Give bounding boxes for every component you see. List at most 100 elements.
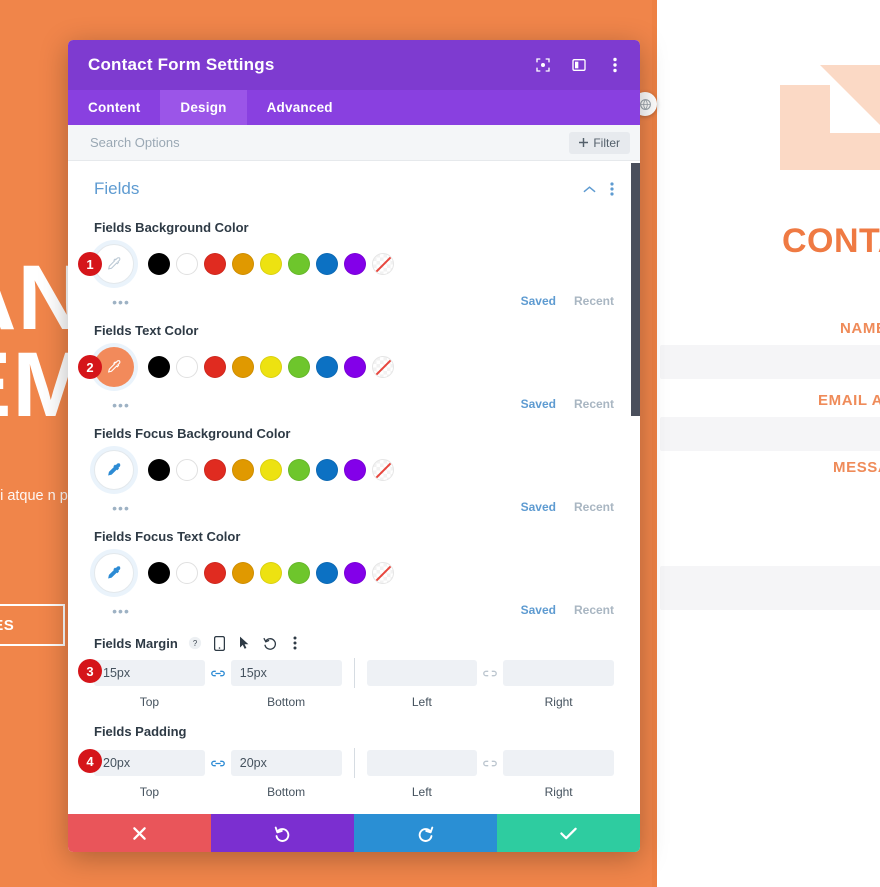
focus-target-icon[interactable] <box>534 56 552 74</box>
margin-left-input[interactable] <box>366 660 478 686</box>
swatch-black[interactable] <box>148 253 170 275</box>
color-row-fields-text: 2 <box>78 347 614 387</box>
padding-top-input[interactable] <box>94 750 205 776</box>
swatch-green[interactable] <box>288 356 310 378</box>
swatch-transparent[interactable] <box>372 356 394 378</box>
tab-content[interactable]: Content <box>68 90 160 125</box>
spacing-divider <box>353 658 355 688</box>
tab-advanced[interactable]: Advanced <box>247 90 353 125</box>
label-fields-background-color: Fields Background Color <box>94 220 249 235</box>
swatch-white[interactable] <box>176 459 198 481</box>
padding-left-label: Left <box>411 785 432 799</box>
saved-tab-4[interactable]: Saved <box>521 603 556 617</box>
swatch-blue[interactable] <box>316 253 338 275</box>
swatch-yellow[interactable] <box>260 459 282 481</box>
swatch-white[interactable] <box>176 253 198 275</box>
save-button[interactable] <box>497 814 640 852</box>
saved-tab-2[interactable]: Saved <box>521 397 556 411</box>
swatch-blue[interactable] <box>316 562 338 584</box>
padding-bottom-input[interactable] <box>230 750 342 776</box>
kebab-menu-icon[interactable] <box>606 56 624 74</box>
spacing-divider <box>353 748 355 778</box>
reset-undo-icon[interactable] <box>262 635 278 651</box>
eyedropper-button-fields-focus-background[interactable] <box>94 450 134 490</box>
spacing-kebab-menu-icon[interactable] <box>287 635 303 651</box>
chevron-up-icon[interactable] <box>583 185 596 194</box>
globe-icon <box>639 98 651 110</box>
swatch-black[interactable] <box>148 356 170 378</box>
color-row-fields-background: 1 <box>78 244 614 284</box>
swatch-green[interactable] <box>288 253 310 275</box>
swatch-orange[interactable] <box>232 356 254 378</box>
recent-tab-3[interactable]: Recent <box>574 500 614 514</box>
cancel-button[interactable] <box>68 814 211 852</box>
margin-right-label: Right <box>544 695 573 709</box>
hero-services-button[interactable]: RVICES <box>0 604 65 646</box>
recent-tab-1[interactable]: Recent <box>574 294 614 308</box>
swatch-yellow[interactable] <box>260 562 282 584</box>
recent-tab-4[interactable]: Recent <box>574 603 614 617</box>
swatch-black[interactable] <box>148 459 170 481</box>
cursor-pointer-icon[interactable] <box>237 635 253 651</box>
swatch-green[interactable] <box>288 459 310 481</box>
swatch-blue[interactable] <box>316 459 338 481</box>
padding-right-input[interactable] <box>503 750 614 776</box>
filter-button[interactable]: Filter <box>569 131 630 154</box>
label-fields-focus-text-color: Fields Focus Text Color <box>94 529 241 544</box>
more-colors-button-2[interactable]: ••• <box>94 398 148 412</box>
recent-tab-2[interactable]: Recent <box>574 397 614 411</box>
padding-link-horizontal-broken-icon[interactable] <box>477 758 503 769</box>
bg-form-input-message[interactable] <box>660 566 880 610</box>
swatch-purple[interactable] <box>344 562 366 584</box>
margin-right-input[interactable] <box>503 660 614 686</box>
eyedropper-button-fields-focus-text[interactable] <box>94 553 134 593</box>
section-kebab-menu-icon[interactable] <box>610 182 614 196</box>
swatch-green[interactable] <box>288 562 310 584</box>
contact-form-settings-modal: Contact Form Settings Content Design Adv… <box>68 40 640 852</box>
swatch-yellow[interactable] <box>260 253 282 275</box>
swatch-blue[interactable] <box>316 356 338 378</box>
more-colors-button-4[interactable]: ••• <box>94 604 148 618</box>
more-colors-button-3[interactable]: ••• <box>94 501 148 515</box>
swatch-white[interactable] <box>176 562 198 584</box>
swatch-yellow[interactable] <box>260 356 282 378</box>
section-actions <box>583 182 614 196</box>
tab-design[interactable]: Design <box>160 90 247 125</box>
swatch-orange[interactable] <box>232 253 254 275</box>
swatch-red[interactable] <box>204 253 226 275</box>
bg-form-input-email[interactable] <box>660 417 880 451</box>
swatch-purple[interactable] <box>344 253 366 275</box>
more-colors-button-1[interactable]: ••• <box>94 295 148 309</box>
saved-tab-1[interactable]: Saved <box>521 294 556 308</box>
redo-button[interactable] <box>354 814 497 852</box>
margin-top-input[interactable] <box>94 660 205 686</box>
saved-tab-3[interactable]: Saved <box>521 500 556 514</box>
swatch-orange[interactable] <box>232 459 254 481</box>
spacing-grid-fields-padding: 4 <box>78 748 614 778</box>
step-badge-4: 4 <box>78 749 102 773</box>
spacing-names-fields-margin: Top Bottom Left Right <box>94 695 614 709</box>
swatch-transparent[interactable] <box>372 253 394 275</box>
layout-panel-icon[interactable] <box>570 56 588 74</box>
swatch-transparent[interactable] <box>372 459 394 481</box>
padding-left-input[interactable] <box>366 750 478 776</box>
swatch-transparent[interactable] <box>372 562 394 584</box>
swatch-white[interactable] <box>176 356 198 378</box>
margin-bottom-input[interactable] <box>230 660 342 686</box>
padding-link-vertical-icon[interactable] <box>205 758 231 769</box>
swatch-black[interactable] <box>148 562 170 584</box>
margin-link-vertical-icon[interactable] <box>205 668 231 679</box>
margin-link-horizontal-broken-icon[interactable] <box>477 668 503 679</box>
swatch-orange[interactable] <box>232 562 254 584</box>
help-question-icon[interactable]: ? <box>187 635 203 651</box>
swatch-red[interactable] <box>204 562 226 584</box>
undo-button[interactable] <box>211 814 354 852</box>
modal-scrollbar-thumb[interactable] <box>631 163 640 416</box>
swatch-purple[interactable] <box>344 459 366 481</box>
swatch-red[interactable] <box>204 459 226 481</box>
mobile-device-icon[interactable] <box>212 635 228 651</box>
bg-form-input-name[interactable] <box>660 345 880 379</box>
swatch-purple[interactable] <box>344 356 366 378</box>
search-input[interactable] <box>90 135 570 150</box>
swatch-red[interactable] <box>204 356 226 378</box>
